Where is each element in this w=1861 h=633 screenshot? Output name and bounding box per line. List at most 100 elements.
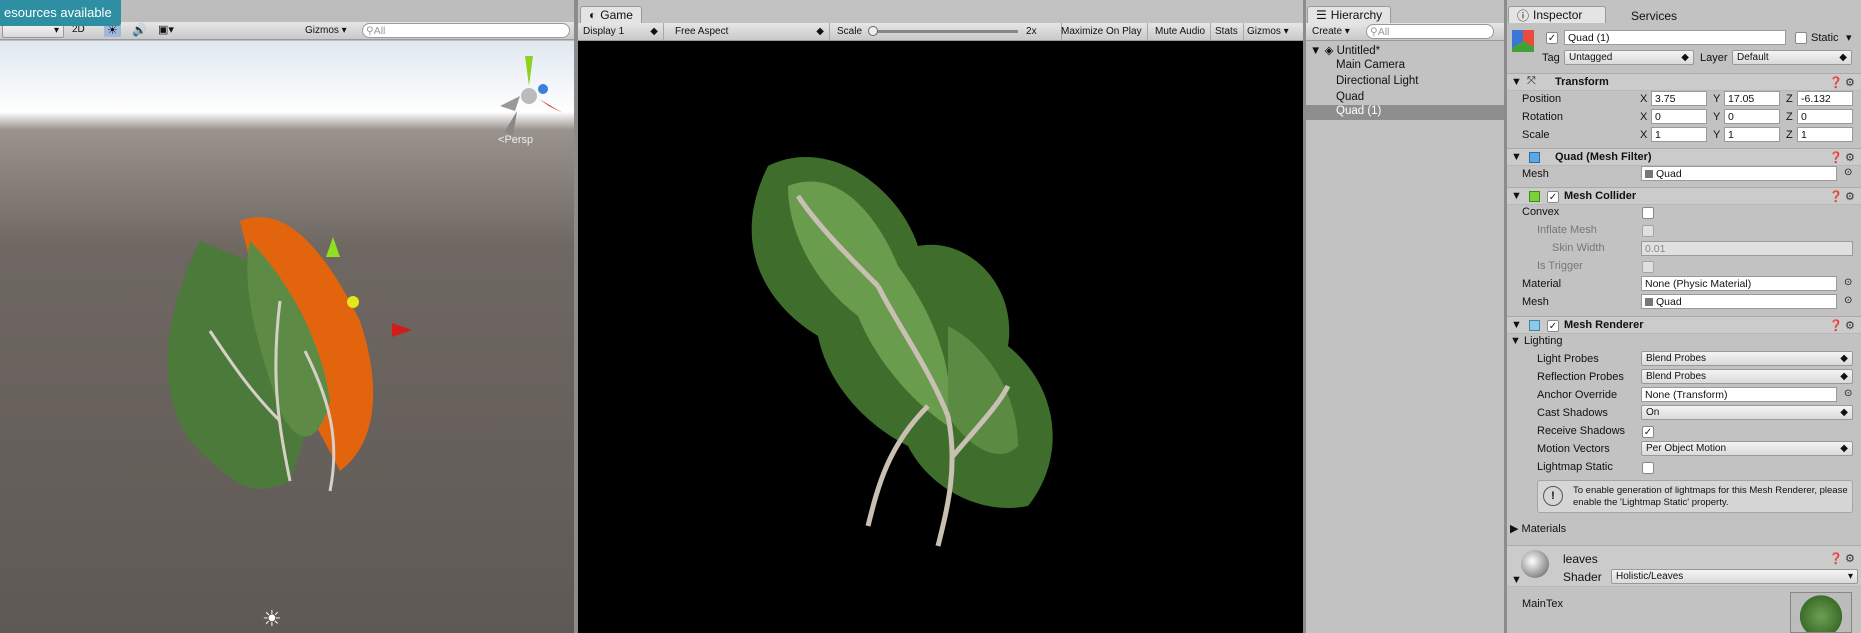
reflection-probes-dropdown[interactable]: Blend Probes ◆ <box>1641 369 1853 384</box>
component-settings-gear-icon[interactable]: ⚙ <box>1845 319 1855 332</box>
hierarchy-item-directional-light[interactable]: Directional Light <box>1336 75 1418 87</box>
tab-game[interactable]: ◐ Game <box>580 6 642 23</box>
object-name-field[interactable]: Quad (1) <box>1564 30 1786 45</box>
foldout-arrow-icon[interactable]: ▼ <box>1511 574 1522 586</box>
create-dropdown[interactable]: Create ▾ <box>1312 26 1350 37</box>
foldout-arrow-icon[interactable]: ▼ <box>1511 151 1522 163</box>
scene-orientation-gizmo-icon[interactable] <box>495 51 565 141</box>
persp-label[interactable]: <Persp <box>498 134 533 146</box>
mesh-renderer-header[interactable]: ▼ ✓ Mesh Renderer ❓ ⚙ <box>1507 316 1861 334</box>
skin-width-field[interactable]: 0.01 <box>1641 241 1853 256</box>
static-dropdown-icon[interactable]: ▾ <box>1846 31 1852 44</box>
tab-inspector[interactable]: ⓘ Inspector <box>1508 6 1606 23</box>
component-help-icon[interactable]: ❓ <box>1829 190 1843 203</box>
component-help-icon[interactable]: ❓ <box>1829 552 1843 565</box>
scene-root-item[interactable]: ▼ ◈ Untitled* <box>1310 43 1380 57</box>
display-dropdown[interactable]: Display 1 ◆ <box>578 23 664 40</box>
convex-checkbox[interactable] <box>1642 207 1654 219</box>
scene-viewport[interactable]: <Persp ☀ <box>0 41 574 633</box>
object-picker-icon[interactable]: ⊙ <box>1844 277 1852 288</box>
move-gizmo-x-icon[interactable] <box>392 323 412 337</box>
mesh-collider-enabled-checkbox[interactable]: ✓ <box>1547 191 1559 203</box>
rotation-y-field[interactable]: 0 <box>1724 109 1780 124</box>
position-x-field[interactable]: 3.75 <box>1651 91 1707 106</box>
component-help-icon[interactable]: ❓ <box>1829 76 1843 89</box>
layer-dropdown[interactable]: Default ◆ <box>1732 50 1852 65</box>
materials-foldout[interactable]: ▶ Materials <box>1510 522 1566 535</box>
component-settings-gear-icon[interactable]: ⚙ <box>1845 151 1855 164</box>
component-settings-gear-icon[interactable]: ⚙ <box>1845 552 1855 565</box>
hierarchy-item-quad[interactable]: Quad <box>1336 91 1364 103</box>
motion-vectors-dropdown[interactable]: Per Object Motion ◆ <box>1641 441 1853 456</box>
hierarchy-item-quad-1[interactable]: Quad (1) <box>1306 105 1504 120</box>
axis-z-label: Z <box>1786 129 1793 141</box>
transform-header[interactable]: ▼ ⤧ Transform ❓ ⚙ <box>1507 73 1861 91</box>
rotation-z-field[interactable]: 0 <box>1797 109 1853 124</box>
audio-toggle-icon[interactable]: 🔊 <box>132 23 147 37</box>
component-settings-gear-icon[interactable]: ⚙ <box>1845 190 1855 203</box>
object-picker-icon[interactable]: ⊙ <box>1844 388 1852 399</box>
receive-shadows-checkbox[interactable]: ✓ <box>1642 426 1654 438</box>
foldout-arrow-icon: ▼ <box>1510 335 1521 347</box>
foldout-arrow-icon[interactable]: ▼ <box>1511 319 1522 331</box>
static-checkbox[interactable] <box>1795 32 1807 44</box>
maintex-thumbnail[interactable] <box>1790 592 1852 633</box>
component-settings-gear-icon[interactable]: ⚙ <box>1845 76 1855 89</box>
collider-mesh-field[interactable]: Quad <box>1641 294 1837 309</box>
mesh-filter-header[interactable]: ▼ Quad (Mesh Filter) ❓ ⚙ <box>1507 148 1861 166</box>
game-gizmos-dropdown[interactable]: Gizmos ▾ <box>1242 23 1294 40</box>
foldout-arrow-icon[interactable]: ▼ <box>1511 76 1522 88</box>
mesh-filter-mesh-field[interactable]: Quad <box>1641 166 1837 181</box>
scale-z-field[interactable]: 1 <box>1797 127 1853 142</box>
hierarchy-search-input[interactable]: ⚲ All <box>1366 24 1494 39</box>
lightmap-static-checkbox[interactable] <box>1642 462 1654 474</box>
position-y-field[interactable]: 17.05 <box>1724 91 1780 106</box>
position-z-field[interactable]: -6.132 <box>1797 91 1853 106</box>
tag-dropdown[interactable]: Untagged ◆ <box>1564 50 1694 65</box>
mesh-collider-header[interactable]: ▼ ✓ Mesh Collider ❓ ⚙ <box>1507 187 1861 205</box>
directional-light-icon[interactable]: ☀ <box>262 606 282 632</box>
tab-hierarchy[interactable]: ☰ Hierarchy <box>1307 6 1392 23</box>
resources-banner[interactable]: esources available <box>0 0 121 26</box>
collider-material-field[interactable]: None (Physic Material) <box>1641 276 1837 291</box>
anchor-override-field[interactable]: None (Transform) <box>1641 387 1837 402</box>
scene-search-input[interactable]: ⚲ All <box>362 23 570 38</box>
shader-dropdown[interactable]: Holistic/Leaves ▾ <box>1611 569 1858 584</box>
is-trigger-checkbox[interactable] <box>1642 261 1654 273</box>
active-checkbox[interactable]: ✓ <box>1546 32 1558 44</box>
scale-slider-track[interactable] <box>868 26 1019 36</box>
mesh-asset-icon <box>1645 297 1653 306</box>
scale-y-field[interactable]: 1 <box>1724 127 1780 142</box>
component-help-icon[interactable]: ❓ <box>1829 151 1843 164</box>
position-label: Position <box>1522 93 1562 105</box>
scale-slider-thumb[interactable] <box>868 26 879 36</box>
cast-shadows-dropdown[interactable]: On ◆ <box>1641 405 1853 420</box>
effects-toggle-icon[interactable]: ▣▾ <box>158 23 174 36</box>
game-viewport[interactable] <box>578 41 1303 633</box>
hierarchy-item-main-camera[interactable]: Main Camera <box>1336 59 1405 71</box>
axis-z-label: Z <box>1786 93 1793 105</box>
gizmos-dropdown[interactable]: Gizmos ▾ <box>305 25 347 36</box>
component-help-icon[interactable]: ❓ <box>1829 319 1843 332</box>
move-gizmo-y-icon[interactable] <box>326 237 340 257</box>
aspect-dropdown[interactable]: Free Aspect ◆ <box>670 23 830 40</box>
mesh-renderer-enabled-checkbox[interactable]: ✓ <box>1547 320 1559 332</box>
object-picker-icon[interactable]: ⊙ <box>1844 295 1852 306</box>
object-picker-icon[interactable]: ⊙ <box>1844 167 1852 178</box>
move-gizmo-center-icon[interactable] <box>347 296 359 308</box>
material-header[interactable]: ▼ leaves Shader Holistic/Leaves ▾ ❓ ⚙ <box>1507 545 1861 587</box>
tab-services[interactable]: Services <box>1631 9 1677 23</box>
light-probes-dropdown[interactable]: Blend Probes ◆ <box>1641 351 1853 366</box>
foldout-arrow-icon[interactable]: ▼ <box>1511 190 1522 202</box>
rotation-x-field[interactable]: 0 <box>1651 109 1707 124</box>
info-icon: ! <box>1543 486 1563 506</box>
light-probes-label: Light Probes <box>1537 353 1599 365</box>
lighting-foldout[interactable]: ▼ Lighting <box>1510 335 1563 347</box>
inflate-mesh-checkbox[interactable] <box>1642 225 1654 237</box>
stats-button[interactable]: Stats <box>1210 23 1244 40</box>
maximize-on-play-button[interactable]: Maximize On Play <box>1056 23 1148 40</box>
scale-x-field[interactable]: 1 <box>1651 127 1707 142</box>
scene-tree-sprite[interactable] <box>130 181 450 561</box>
scale-slider[interactable]: Scale 2x <box>832 23 1062 40</box>
mute-audio-button[interactable]: Mute Audio <box>1150 23 1212 40</box>
